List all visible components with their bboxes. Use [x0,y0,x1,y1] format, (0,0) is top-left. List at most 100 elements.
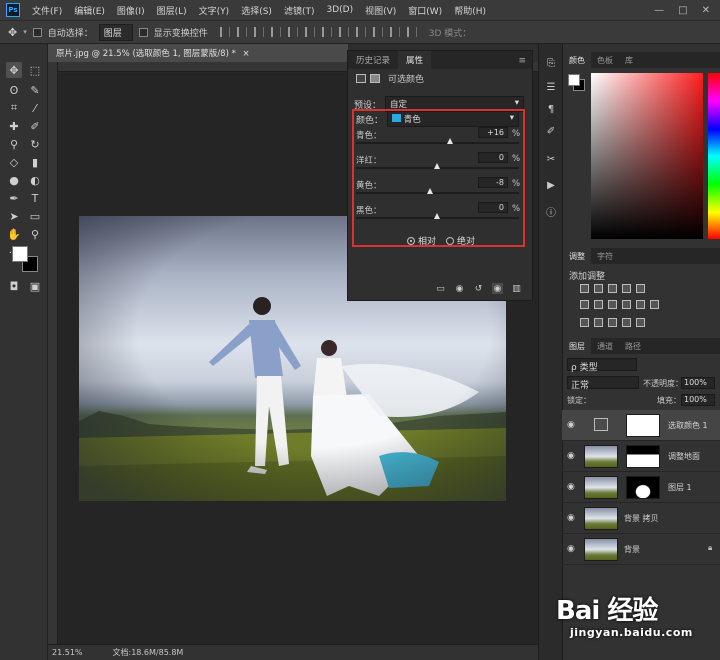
adjustment-layer-icon[interactable] [356,73,366,83]
radio-absolute[interactable]: 绝对 [446,234,475,247]
slider-track[interactable] [356,192,519,194]
pen-tool-icon[interactable]: ✒ [6,190,22,206]
tab-channels[interactable]: 通道 [591,338,619,354]
align-bottom-icon[interactable] [253,27,264,37]
move-tool-icon[interactable]: ✥ [6,62,22,78]
hand-tool-icon[interactable]: ✋ [6,226,22,242]
vibrance-icon[interactable] [636,284,645,293]
brightness-contrast-icon[interactable] [580,284,589,293]
align-center-icon[interactable] [287,27,298,37]
distribute-right-icon[interactable] [406,27,417,37]
tab-properties[interactable]: 属性 [398,51,432,69]
rectangle-tool-icon[interactable]: ▭ [27,208,43,224]
screen-mode-icon[interactable]: ▣ [27,278,43,294]
foreground-color-chip[interactable] [568,74,580,86]
tab-adjustments[interactable]: 调整 [563,248,591,264]
layer-mask-icon[interactable] [370,73,380,83]
visibility-eye-icon[interactable]: ◉ [567,482,575,492]
blend-mode-dropdown[interactable]: 正常 [567,376,639,391]
brush-tool-icon[interactable]: ✐ [27,118,43,134]
selective-color-icon[interactable] [622,318,631,327]
align-top-icon[interactable] [219,27,230,37]
show-transform-checkbox[interactable] [138,27,148,37]
brush-panel-icon[interactable]: ✐ [544,124,558,138]
tab-libraries[interactable]: 库 [619,52,639,68]
close-document-icon[interactable]: × [243,49,250,59]
quick-select-tool-icon[interactable]: ✎ [27,82,43,98]
auto-select-checkbox[interactable] [32,27,42,37]
slider-track[interactable] [356,142,519,144]
fill-input[interactable]: 100% [681,394,715,406]
type-tool-icon[interactable]: T [27,190,43,206]
slider-thumb[interactable] [427,188,434,194]
layer-thumbnail[interactable] [584,445,618,468]
menu-view[interactable]: 视图(V) [359,4,402,17]
hue-saturation-icon[interactable] [580,300,589,309]
menu-edit[interactable]: 编辑(E) [68,4,111,17]
tab-layers[interactable]: 图层 [563,338,591,354]
menu-select[interactable]: 选择(S) [235,4,278,17]
threshold-icon[interactable] [608,318,617,327]
slider-value-input[interactable]: +16 [478,127,508,138]
path-select-tool-icon[interactable]: ➤ [6,208,22,224]
distribute-left-icon[interactable] [372,27,383,37]
history-brush-tool-icon[interactable]: ↻ [27,136,43,152]
color-field[interactable] [591,73,703,239]
maximize-button[interactable]: □ [678,5,687,16]
slider-value-input[interactable]: 0 [478,152,508,163]
align-middle-icon[interactable] [236,27,247,37]
menu-3d[interactable]: 3D(D) [320,5,359,15]
paragraph-panel-icon[interactable]: ¶ [544,102,558,116]
panel-menu-icon[interactable]: ≡ [512,53,532,69]
tool-presets-icon[interactable]: ✂ [544,152,558,166]
menu-image[interactable]: 图像(I) [111,4,151,17]
history-panel-icon[interactable]: ⎘ [544,56,558,70]
layer-thumbnail[interactable] [584,538,618,561]
tab-paths[interactable]: 路径 [619,338,647,354]
layer-row[interactable]: ◉ 图层 1 [562,472,720,503]
marquee-tool-icon[interactable]: ⬚ [27,62,43,78]
actions-play-icon[interactable]: ▶ [544,178,558,192]
align-right-icon[interactable] [304,27,315,37]
slider-thumb[interactable] [434,163,440,169]
slider-value-input[interactable]: 0 [478,202,508,213]
close-window-button[interactable]: ✕ [702,5,710,16]
levels-icon[interactable] [594,284,603,293]
auto-select-dropdown[interactable]: 图层 [98,23,133,41]
align-left-icon[interactable] [270,27,281,37]
colors-dropdown[interactable]: 青色 ▾ [387,111,519,127]
dodge-tool-icon[interactable]: ◐ [27,172,43,188]
reset-icon[interactable]: ↺ [473,283,484,294]
distribute-bottom-icon[interactable] [355,27,366,37]
invert-icon[interactable] [580,318,589,327]
color-balance-icon[interactable] [594,300,603,309]
layer-mask-thumbnail[interactable] [626,476,660,499]
view-previous-state-icon[interactable]: ◉ [454,283,465,294]
healing-brush-tool-icon[interactable]: ✚ [6,118,22,134]
menu-type[interactable]: 文字(Y) [193,4,236,17]
layer-mask-thumbnail[interactable] [626,414,660,437]
info-panel-icon[interactable]: ⓘ [544,204,558,219]
tab-history[interactable]: 历史记录 [348,51,398,69]
black-white-icon[interactable] [608,300,617,309]
layer-row[interactable]: ◉ 背景 🔒︎ [562,534,720,565]
opacity-input[interactable]: 100% [681,377,715,389]
distribute-top-icon[interactable] [321,27,332,37]
visibility-eye-icon[interactable]: ◉ [492,283,503,294]
zoom-level[interactable]: 21.51% [52,648,83,657]
channel-mixer-icon[interactable] [636,300,645,309]
slider-value-input[interactable]: -8 [478,177,508,188]
layer-mask-thumbnail[interactable] [626,445,660,468]
layer-row[interactable]: ◉ 选取颜色 1 [562,410,720,441]
slider-thumb[interactable] [447,138,454,144]
visibility-eye-icon[interactable]: ◉ [567,420,575,430]
clip-to-layer-icon[interactable]: ▭ [435,283,446,294]
slider-thumb[interactable] [434,213,440,219]
posterize-icon[interactable] [594,318,603,327]
radio-relative[interactable]: 相对 [406,234,436,247]
crop-tool-icon[interactable]: ⌗ [6,100,22,116]
layer-thumbnail[interactable] [584,507,618,530]
layer-thumbnail[interactable] [584,476,618,499]
hue-slider[interactable] [708,73,720,239]
gradient-tool-icon[interactable]: ▮ [27,154,43,170]
